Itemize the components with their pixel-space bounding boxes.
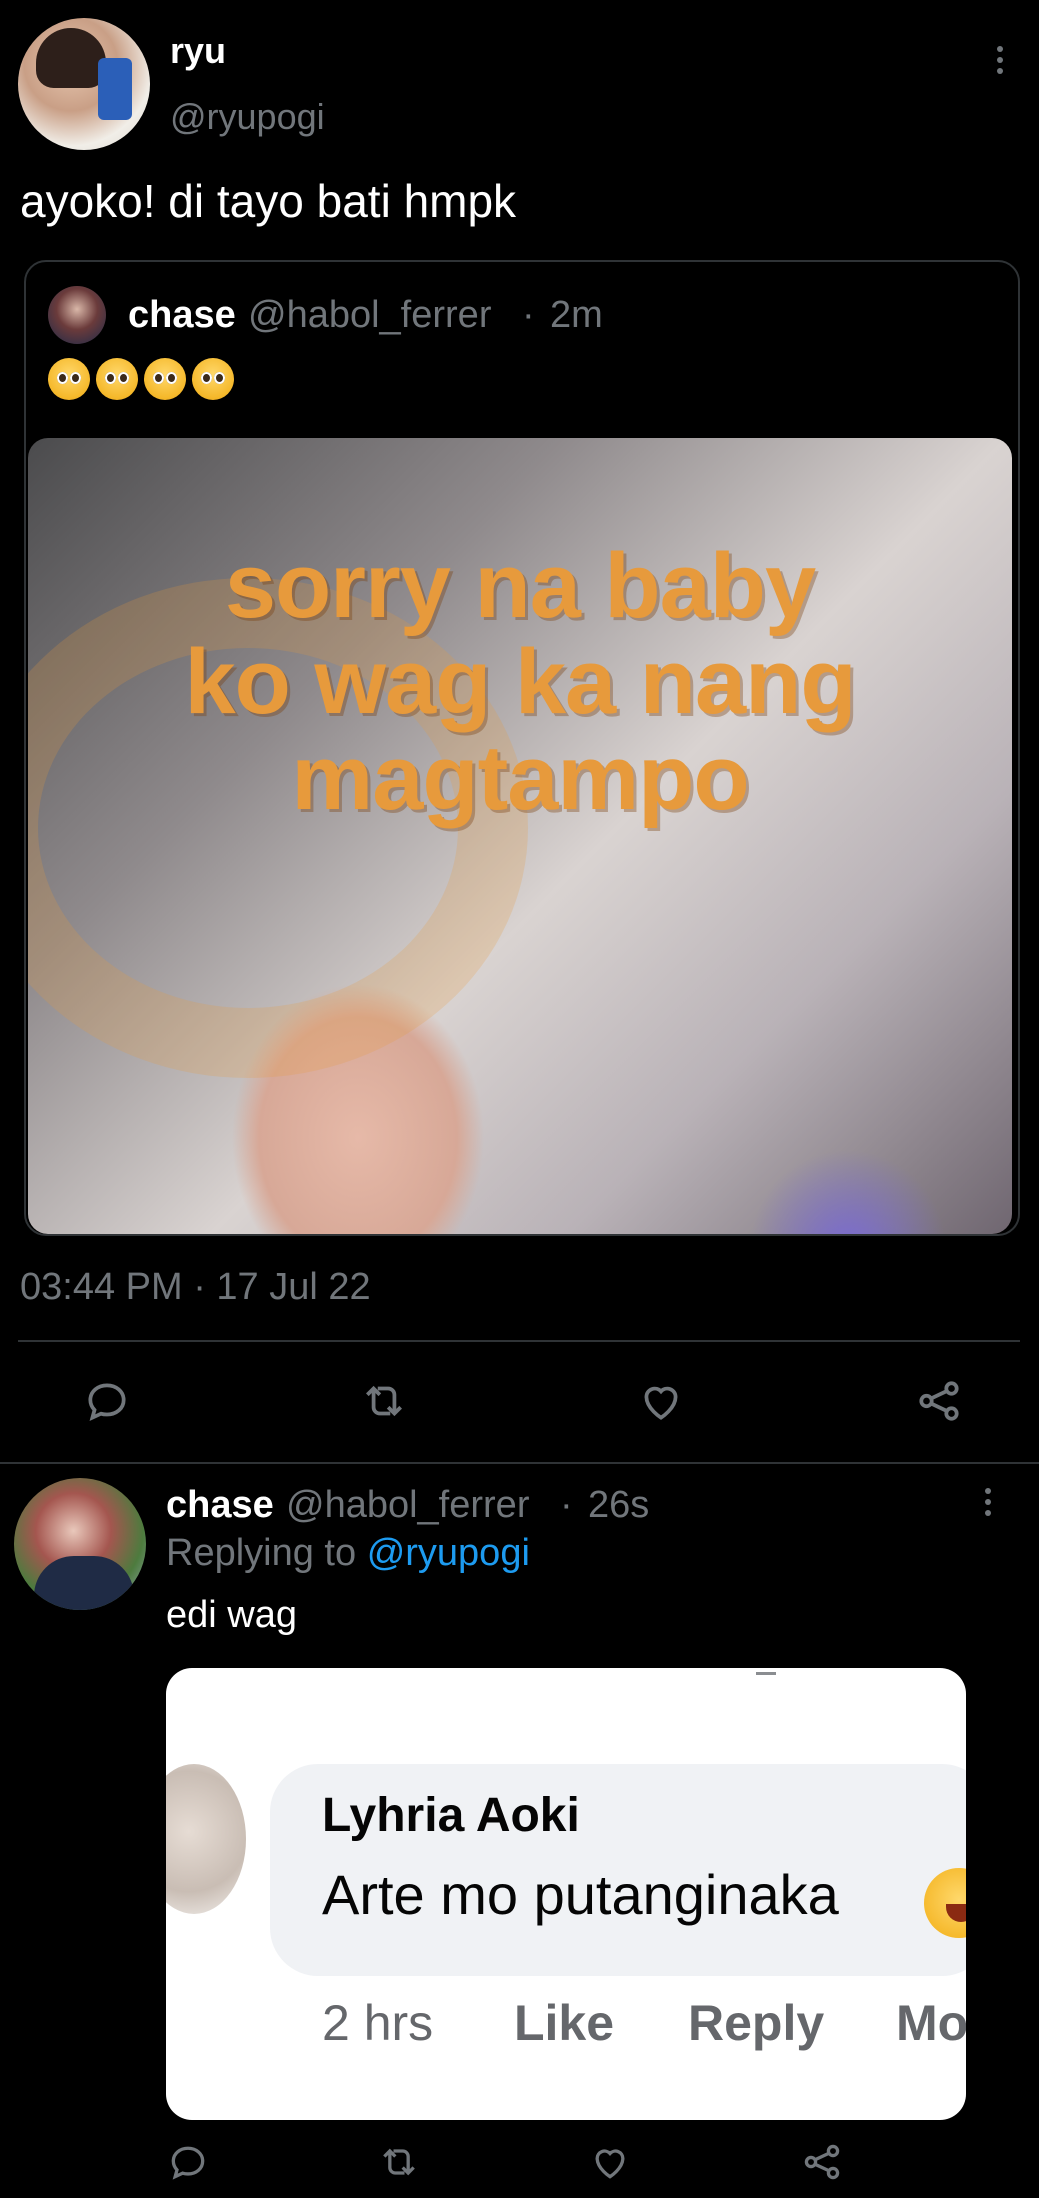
author-handle[interactable]: @ryupogi bbox=[170, 96, 325, 138]
comment-author: Lyhria Aoki bbox=[322, 1789, 580, 1842]
author-display-name[interactable]: ryu bbox=[170, 30, 226, 72]
pleading-face-icon bbox=[144, 358, 186, 400]
meme-caption-line: magtampo bbox=[291, 727, 749, 829]
reply-display-name[interactable]: chase bbox=[166, 1484, 274, 1527]
comment-age: 2 hrs bbox=[322, 1995, 434, 2051]
author-avatar[interactable] bbox=[18, 18, 150, 150]
pleading-face-icon bbox=[192, 358, 234, 400]
reply-more-options-icon[interactable] bbox=[985, 1488, 991, 1516]
pleading-face-icon bbox=[96, 358, 138, 400]
reply-icon[interactable] bbox=[82, 1376, 132, 1426]
pleading-face-icon bbox=[48, 358, 90, 400]
divider bbox=[0, 1462, 1039, 1464]
reply-handle[interactable]: @habol_ferrer bbox=[286, 1484, 529, 1527]
commenter-avatar bbox=[166, 1764, 246, 1914]
comment-reply-link: Reply bbox=[688, 1995, 825, 2051]
retweet-icon[interactable] bbox=[376, 2140, 422, 2184]
comment-like-link: Like bbox=[514, 1995, 615, 2051]
more-options-icon[interactable] bbox=[997, 46, 1003, 74]
meme-caption-line: ko wag ka nang bbox=[184, 631, 856, 733]
reply-icon[interactable] bbox=[166, 2140, 210, 2184]
reply-attached-image[interactable]: Lyhria Aoki Arte mo putanginaka 2 hrs Li… bbox=[166, 1668, 966, 2120]
comment-text: Arte mo putanginaka bbox=[322, 1863, 839, 1926]
heart-icon[interactable] bbox=[636, 1376, 686, 1426]
quoted-time: 2m bbox=[550, 294, 603, 336]
share-icon[interactable] bbox=[800, 2140, 844, 2184]
tweet-timestamp: 03:44 PM · 17 Jul 22 bbox=[20, 1266, 371, 1308]
share-icon[interactable] bbox=[914, 1376, 964, 1426]
heart-icon[interactable] bbox=[588, 2140, 632, 2184]
replying-to-link[interactable]: @ryupogi bbox=[367, 1532, 530, 1574]
quoted-emoji-row bbox=[48, 358, 240, 400]
quoted-avatar bbox=[48, 286, 106, 344]
comment-more-link: Mo bbox=[896, 1995, 966, 2051]
quoted-display-name: chase bbox=[128, 294, 236, 336]
replying-to-prefix: Replying to bbox=[166, 1532, 357, 1574]
retweet-icon[interactable] bbox=[358, 1376, 410, 1426]
reply-separator: · bbox=[560, 1484, 573, 1526]
quoted-handle: @habol_ferrer bbox=[248, 294, 492, 336]
quoted-separator: · bbox=[522, 294, 535, 336]
meme-caption-line: sorry na baby bbox=[224, 535, 816, 637]
reply-time: 26s bbox=[588, 1484, 650, 1526]
replying-to-line: Replying to @ryupogi bbox=[166, 1532, 530, 1575]
tweet-text: ayoko! di tayo bati hmpk bbox=[20, 175, 517, 227]
meme-caption: sorry na baby ko wag ka nang magtampo bbox=[28, 538, 1012, 826]
divider bbox=[18, 1340, 1020, 1342]
reply-text: edi wag bbox=[166, 1594, 297, 1636]
reply-avatar[interactable] bbox=[14, 1478, 146, 1610]
quoted-meme-image[interactable]: sorry na baby ko wag ka nang magtampo bbox=[28, 438, 1012, 1234]
